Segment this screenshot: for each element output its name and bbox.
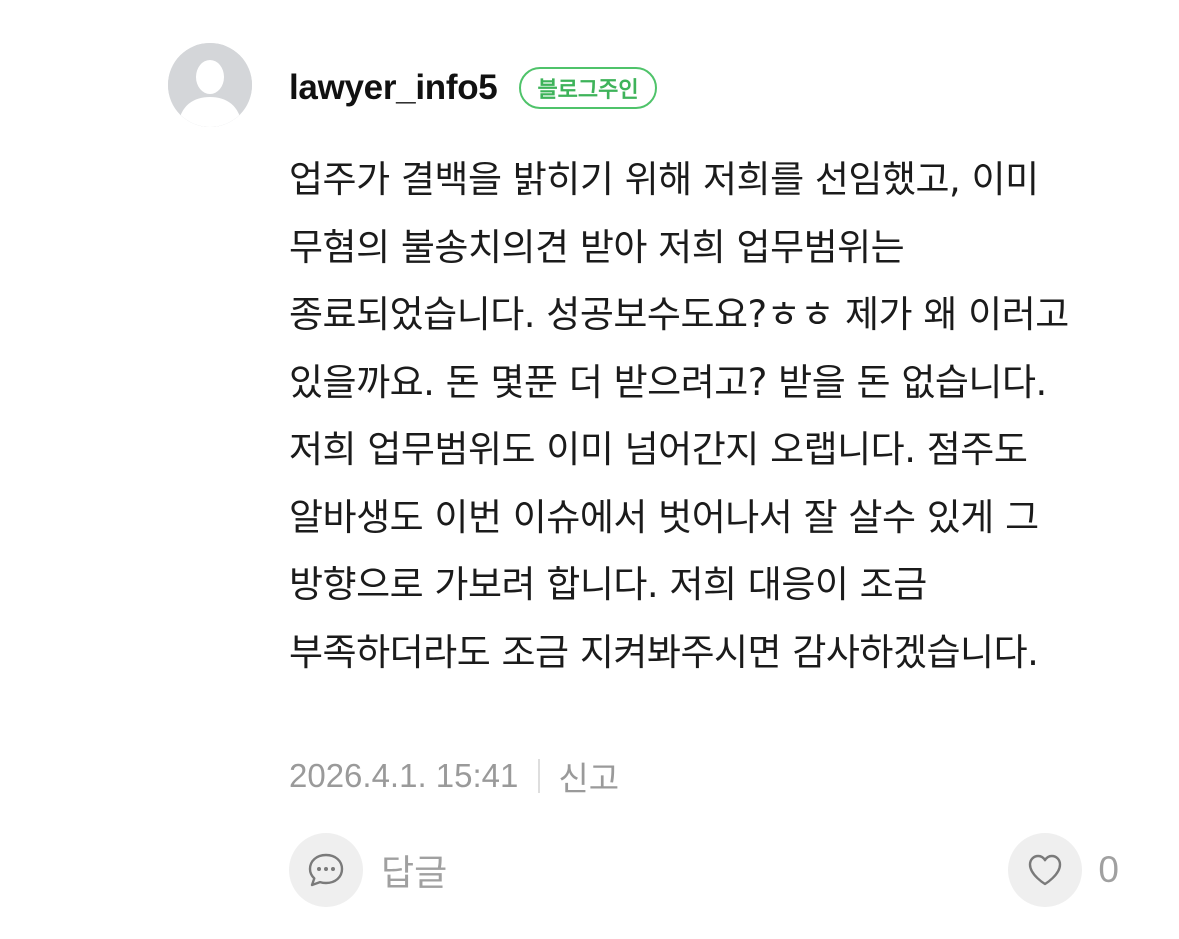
report-link[interactable]: 신고	[558, 752, 619, 800]
default-profile-icon	[168, 43, 252, 127]
reply-button[interactable]: 답글	[289, 832, 447, 908]
like-count: 0	[1098, 849, 1119, 890]
speech-bubble-icon	[308, 853, 344, 887]
comment-item: lawyer_info5 블로그주인 업주가 결백을 밝히기 위해 저희를 선임…	[0, 0, 1179, 939]
author-name[interactable]: lawyer_info5	[289, 68, 498, 108]
comment-meta: 2026.4.1. 15:41 신고	[289, 752, 619, 800]
like-button[interactable]: 0	[1008, 832, 1119, 908]
blog-owner-badge: 블로그주인	[519, 67, 657, 109]
heart-outline-icon	[1029, 854, 1062, 886]
comment-date: 2026.4.1. 15:41	[289, 757, 519, 794]
reply-label: 답글	[381, 853, 448, 894]
like-icon-circle	[1008, 833, 1083, 907]
meta-divider	[538, 759, 541, 793]
reply-icon-circle	[289, 833, 363, 907]
avatar[interactable]	[168, 43, 252, 127]
comment-text: 업주가 결백을 밝히기 위해 저희를 선임했고, 이미 무혐의 불송치의견 받아…	[289, 158, 1069, 674]
comment-header: lawyer_info5 블로그주인	[289, 60, 657, 116]
comment-actions: 답글 0	[289, 832, 1119, 908]
